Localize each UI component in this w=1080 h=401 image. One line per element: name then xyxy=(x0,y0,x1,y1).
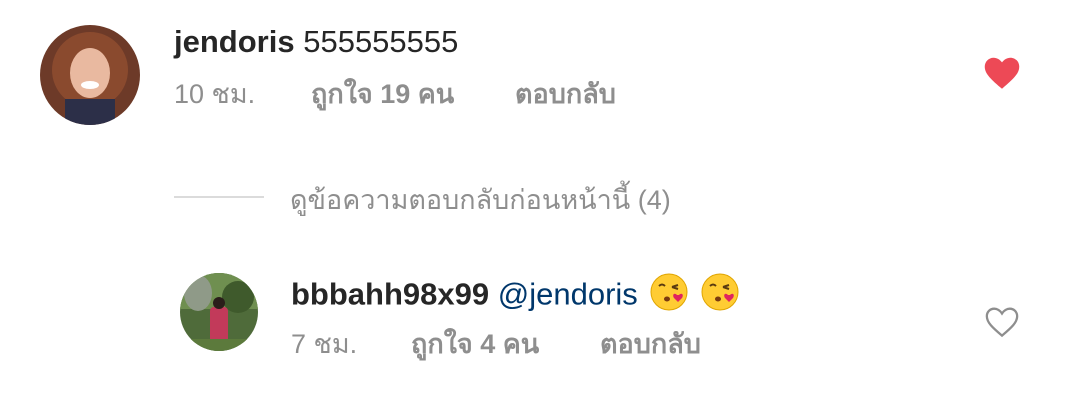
comment-reply-button[interactable]: ตอบกลับ xyxy=(515,77,616,111)
comment-text-line: jendoris 555555555 xyxy=(174,23,458,61)
reply-reply-button[interactable]: ตอบกลับ xyxy=(600,327,701,361)
comment-time: 10 ชม. xyxy=(174,79,256,109)
comment-text: 555555555 xyxy=(303,24,459,59)
replies-divider xyxy=(174,196,264,198)
reply-likes-link[interactable]: ถูกใจ 4 คน xyxy=(411,327,539,361)
reply-time: 7 ชม. xyxy=(291,329,358,359)
face-blowing-kiss-emoji xyxy=(701,273,739,320)
reply-mention-link[interactable]: @jendoris xyxy=(498,277,638,312)
avatar-jendoris[interactable] xyxy=(40,25,140,125)
heart-outline-icon[interactable] xyxy=(985,306,1019,338)
comment-likes-link[interactable]: ถูกใจ 19 คน xyxy=(311,77,454,111)
reply-text-line: bbbahh98x99 @jendoris xyxy=(291,273,739,320)
reply-username[interactable]: bbbahh98x99 xyxy=(291,277,489,312)
heart-filled-icon[interactable] xyxy=(984,56,1020,90)
view-previous-replies-button[interactable]: ดูข้อความตอบกลับก่อนหน้านี้ (4) xyxy=(290,183,671,217)
comment-username[interactable]: jendoris xyxy=(174,24,295,59)
face-blowing-kiss-emoji xyxy=(650,273,688,320)
avatar-bbbahh98x99[interactable] xyxy=(180,273,258,351)
